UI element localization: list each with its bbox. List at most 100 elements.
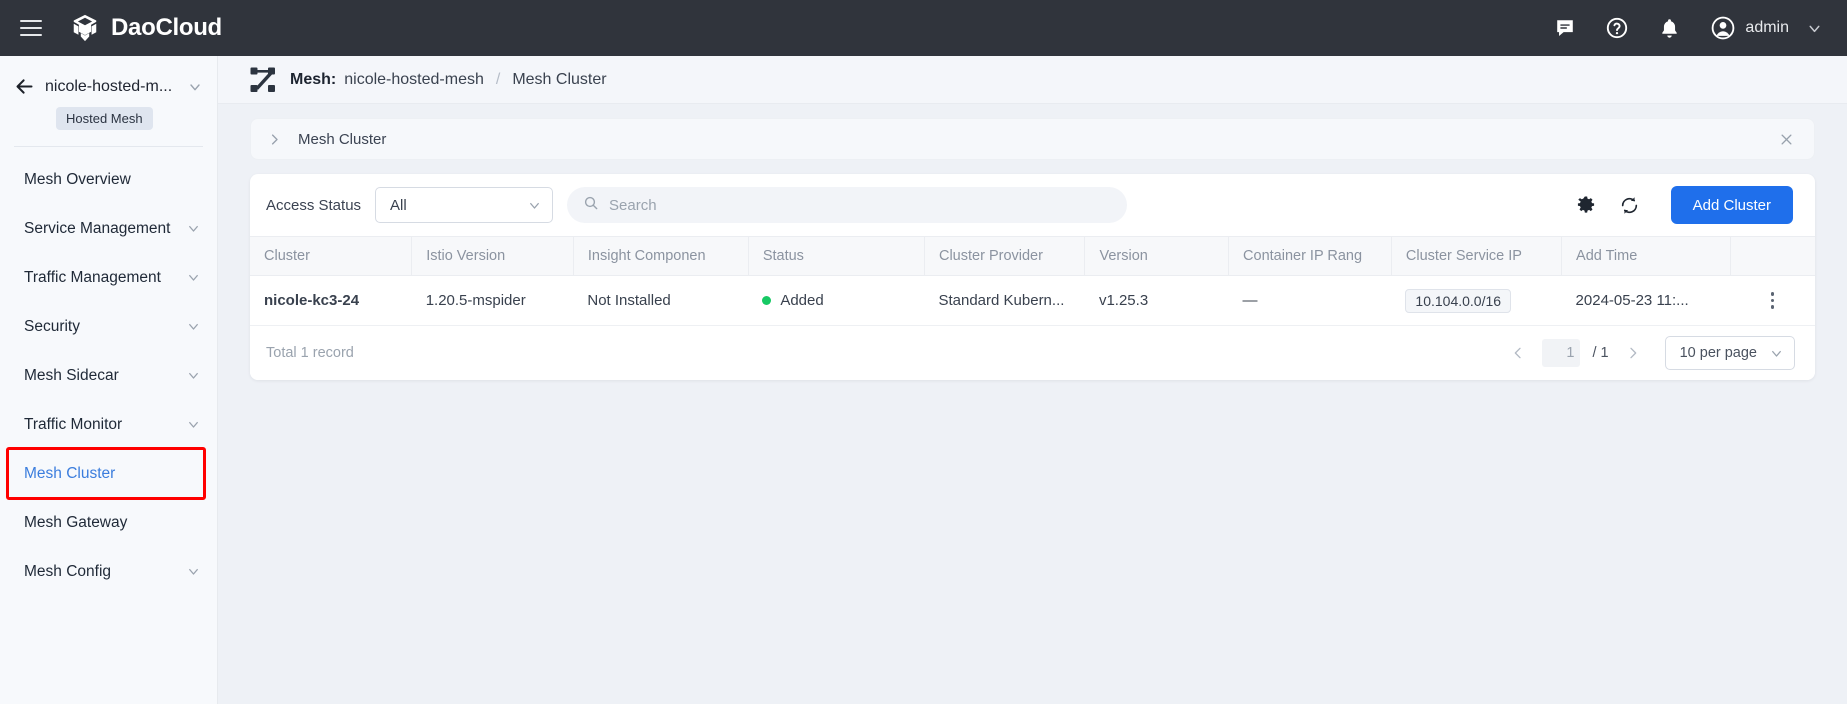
cell-insight-component: Not Installed — [573, 275, 749, 326]
cell-istio-version: 1.20.5-mspider — [411, 275, 574, 326]
user-name: admin — [1745, 19, 1789, 36]
chevron-down-icon[interactable] — [186, 368, 201, 383]
cell-cluster-provider: Standard Kubern... — [924, 275, 1085, 326]
cell-version: v1.25.3 — [1084, 275, 1229, 326]
sidebar-item-mesh-overview[interactable]: Mesh Overview — [0, 155, 217, 204]
sidebar-item-label: Mesh Gateway — [24, 513, 128, 531]
sidebar-item-mesh-config[interactable]: Mesh Config — [0, 547, 217, 596]
mesh-switcher[interactable]: nicole-hosted-m... — [14, 76, 203, 97]
cell-container-ip-range: — — [1228, 275, 1392, 326]
table-toolbar: Access Status All Search Add Cluster — [250, 174, 1815, 236]
sidebar-item-label: Mesh Cluster — [24, 464, 116, 482]
chevron-down-icon[interactable] — [186, 221, 201, 236]
page-number-input[interactable] — [1542, 339, 1581, 367]
column-header: Container IP Rang — [1228, 236, 1392, 276]
sidebar-item-label: Traffic Monitor — [24, 415, 123, 433]
column-header: Cluster Provider — [924, 236, 1086, 276]
chevron-right-icon[interactable] — [1621, 345, 1645, 361]
close-icon[interactable] — [1779, 132, 1794, 147]
status-badge: Hosted Mesh — [56, 107, 153, 130]
chat-icon[interactable] — [1552, 15, 1578, 41]
bell-icon[interactable] — [1656, 15, 1682, 41]
cluster-table: Cluster Istio Version Insight Componen Stat… — [250, 236, 1815, 326]
refresh-icon[interactable] — [1615, 190, 1645, 220]
column-header: Cluster — [250, 236, 413, 276]
column-header: Insight Componen — [573, 236, 749, 276]
hamburger-icon[interactable] — [14, 11, 48, 45]
main-area: Mesh: nicole-hosted-mesh / Mesh Cluster … — [218, 56, 1847, 704]
sidebar-item-traffic-monitor[interactable]: Traffic Monitor — [0, 400, 217, 449]
collapse-bar-title: Mesh Cluster — [298, 130, 387, 148]
chevron-down-icon[interactable] — [186, 417, 201, 432]
brand-logo-area[interactable]: DaoCloud — [70, 13, 222, 43]
access-status-select[interactable]: All — [375, 187, 554, 223]
mesh-icon — [250, 67, 276, 93]
cell-cluster-name: nicole-kc3-24 — [250, 275, 412, 326]
top-bar: DaoCloud admin — [0, 0, 1847, 56]
search-input[interactable] — [609, 196, 1112, 214]
chevron-down-icon[interactable] — [186, 564, 201, 579]
sidebar-item-label: Service Management — [24, 219, 171, 237]
breadcrumb: Mesh: nicole-hosted-mesh / Mesh Cluster — [218, 56, 1847, 104]
user-menu[interactable]: admin — [1710, 15, 1823, 41]
mesh-cluster-collapse-bar: Mesh Cluster — [250, 118, 1815, 160]
topbar-actions: admin — [1552, 15, 1823, 41]
cluster-panel: Access Status All Search Add Cluster Clu… — [250, 174, 1815, 380]
chevron-down-icon[interactable] — [187, 79, 203, 95]
mesh-type-badge-wrap: Hosted Mesh — [14, 97, 203, 130]
cell-status: Added — [748, 275, 925, 326]
cell-add-time: 2024-05-23 11:... — [1561, 275, 1731, 326]
page-total-label: / 1 — [1592, 345, 1609, 361]
breadcrumb-mesh-link[interactable]: nicole-hosted-mesh — [344, 71, 484, 89]
chevron-down-icon[interactable] — [1806, 20, 1823, 37]
search-box[interactable] — [567, 187, 1128, 223]
table-row[interactable]: nicole-kc3-24 1.20.5-mspider Not Installed… — [250, 275, 1815, 326]
kebab-menu-icon[interactable] — [1744, 292, 1801, 309]
cell-actions — [1730, 275, 1815, 326]
cell-cluster-service-ip: 10.104.0.0/16 — [1391, 275, 1562, 326]
sidebar-item-security[interactable]: Security — [0, 302, 217, 351]
brand-name: DaoCloud — [111, 14, 222, 41]
breadcrumb-separator: / — [495, 70, 501, 88]
column-header: Version — [1084, 236, 1230, 276]
daocloud-cube-icon — [70, 13, 100, 43]
access-status-label: Access Status — [266, 196, 362, 214]
sidebar-item-mesh-gateway[interactable]: Mesh Gateway — [0, 498, 217, 547]
breadcrumb-current: Mesh Cluster — [512, 70, 607, 88]
sidebar-item-label: Security — [24, 317, 80, 335]
column-header — [1730, 236, 1815, 276]
sidebar-item-mesh-cluster[interactable]: Mesh Cluster — [0, 449, 217, 498]
column-header: Cluster Service IP — [1391, 236, 1563, 276]
chevron-left-icon[interactable] — [1506, 345, 1530, 361]
pagination: / 1 10 per page — [1506, 336, 1795, 370]
app-body: nicole-hosted-m... Hosted Mesh Mesh Over… — [0, 56, 1847, 704]
sidebar-item-label: Mesh Config — [24, 562, 112, 580]
sidebar-header: nicole-hosted-m... Hosted Mesh — [0, 70, 217, 130]
help-icon[interactable] — [1604, 15, 1630, 41]
search-icon — [583, 195, 599, 216]
column-header: Istio Version — [411, 236, 574, 276]
table-body: nicole-kc3-24 1.20.5-mspider Not Installed… — [250, 275, 1815, 326]
sidebar-item-service-management[interactable]: Service Management — [0, 204, 217, 253]
chevron-down-icon[interactable] — [186, 270, 201, 285]
sidebar-item-label: Traffic Management — [24, 268, 161, 286]
sidebar-item-traffic-management[interactable]: Traffic Management — [0, 253, 217, 302]
avatar-icon — [1710, 15, 1736, 41]
status-text: Added — [780, 292, 824, 309]
total-records-label: Total 1 record — [266, 345, 354, 361]
page-content: Mesh Cluster Access Status All Search Ad… — [218, 104, 1847, 704]
back-arrow-icon[interactable] — [14, 76, 35, 97]
sidebar-nav: Mesh Overview Service Management Traffic M… — [0, 147, 217, 596]
mesh-name: nicole-hosted-m... — [45, 77, 173, 95]
add-cluster-button[interactable]: Add Cluster — [1670, 186, 1793, 224]
chevron-right-icon[interactable] — [267, 132, 282, 147]
status-dot-icon — [762, 296, 772, 305]
column-header: Add Time — [1561, 236, 1731, 276]
page-size-value: 10 per page — [1679, 345, 1757, 361]
gear-icon[interactable] — [1571, 190, 1601, 220]
sidebar-item-label: Mesh Sidecar — [24, 366, 119, 384]
ip-chip: 10.104.0.0/16 — [1405, 288, 1512, 313]
page-size-select[interactable]: 10 per page — [1664, 336, 1795, 370]
sidebar-item-mesh-sidecar[interactable]: Mesh Sidecar — [0, 351, 217, 400]
chevron-down-icon[interactable] — [186, 319, 201, 334]
